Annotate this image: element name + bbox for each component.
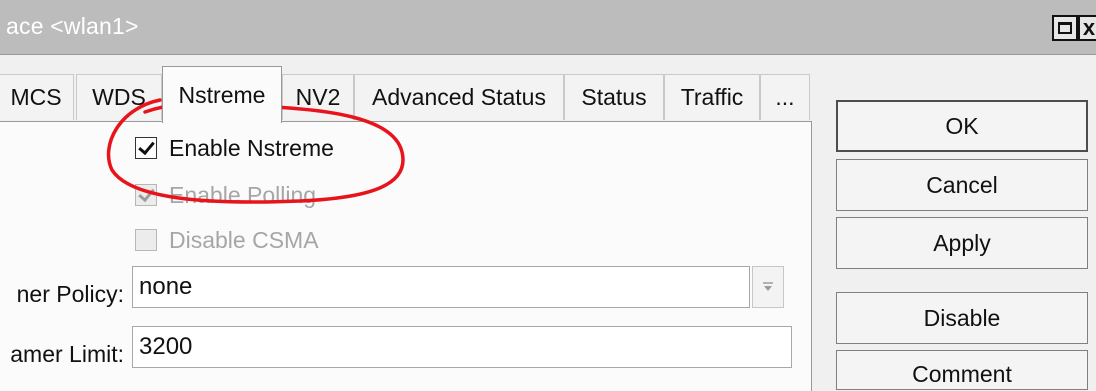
framer-limit-input[interactable]: 3200 [132,326,792,368]
tab-wds[interactable]: WDS [76,74,162,120]
tab-advanced-status[interactable]: Advanced Status [354,74,564,120]
enable-nstreme-option[interactable]: Enable Nstreme [135,131,334,165]
framer-limit-value: 3200 [139,333,193,360]
tab-label: Traffic [680,84,744,110]
tab-label: ... [775,84,795,110]
close-icon[interactable]: x [1078,15,1096,41]
tab-label: Nstreme [178,81,266,108]
tab-bar: MCS WDS Nstreme NV2 Advanced Status Stat… [0,66,820,123]
disable-label: Disable [923,304,1001,331]
tab-more[interactable]: ... [760,74,810,120]
disable-csma-checkbox [135,229,157,251]
ok-label: OK [945,112,979,139]
maximize-icon[interactable] [1052,15,1078,41]
tab-label: NV2 [295,84,341,110]
framer-limit-label: amer Limit: [10,341,124,367]
cancel-label: Cancel [926,171,998,198]
tab-label: MCS [10,84,62,110]
disable-csma-option: Disable CSMA [135,223,319,257]
disable-csma-label: Disable CSMA [169,226,319,253]
tab-label: Advanced Status [372,84,546,110]
enable-polling-checkbox [135,184,157,206]
framer-policy-label: ner Policy: [16,281,124,307]
comment-button[interactable]: Comment [836,350,1088,390]
framer-policy-value: none [139,273,193,300]
window-title: ace <wlan1> [6,13,139,39]
comment-label: Comment [912,361,1012,387]
enable-nstreme-label[interactable]: Enable Nstreme [169,135,334,162]
apply-label: Apply [933,229,991,256]
dropdown-arrow-icon[interactable] [752,266,784,308]
tab-nstreme[interactable]: Nstreme [162,66,282,123]
tab-mcs[interactable]: MCS [0,74,74,120]
tab-traffic[interactable]: Traffic [664,74,760,120]
tab-status[interactable]: Status [564,74,664,120]
ok-button[interactable]: OK [836,100,1088,152]
disable-button[interactable]: Disable [836,292,1088,344]
close-glyph[interactable]: x [1083,17,1095,39]
enable-nstreme-checkbox[interactable] [135,137,157,159]
window-titlebar: ace <wlan1> x [0,0,1096,55]
tab-label: WDS [92,84,146,110]
cancel-button[interactable]: Cancel [836,159,1088,211]
enable-polling-option: Enable Polling [135,178,316,212]
tab-label: Status [581,84,647,110]
apply-button[interactable]: Apply [836,217,1088,269]
framer-policy-select[interactable]: none [132,266,750,308]
tab-nv2[interactable]: NV2 [282,74,354,120]
enable-polling-label: Enable Polling [169,181,317,208]
